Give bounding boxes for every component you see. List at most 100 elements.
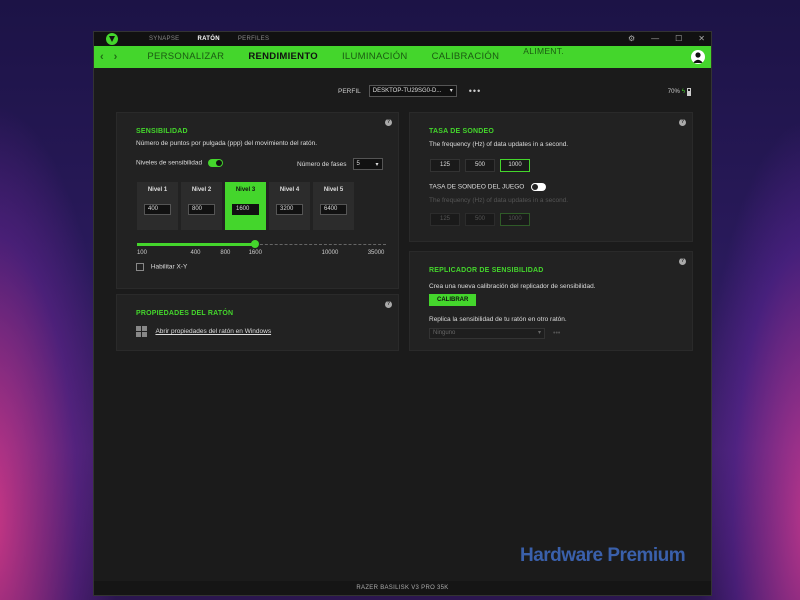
mouse-properties-panel: ? PROPIEDADES DEL RATÓN Abrir propiedade…: [116, 294, 399, 351]
profile-label: PERFIL: [338, 87, 361, 95]
sensitivity-levels: Nivel 1 400 Nivel 2 800 Nivel 3 1600 Niv…: [137, 182, 354, 230]
level-card-3[interactable]: Nivel 3 1600: [225, 182, 266, 230]
phases-select[interactable]: 5 ▾: [352, 158, 383, 170]
level-dpi-input[interactable]: 800: [188, 204, 215, 215]
level-label: Nivel 4: [279, 187, 300, 193]
xy-row: Habilitar X-Y: [136, 263, 187, 271]
device-status-bar: RAZER BASILISK V3 PRO 35K: [94, 581, 711, 595]
mouse-properties-title: PROPIEDADES DEL RATÓN: [136, 310, 234, 317]
tab-personalizar[interactable]: PERSONALIZAR: [135, 46, 236, 68]
tab-perfiles[interactable]: PERFILES: [229, 32, 278, 46]
sensitivity-panel: ? SENSIBILIDAD Número de puntos por pulg…: [116, 112, 399, 289]
replicator-title: REPLICADOR DE SENSIBILIDAD: [429, 267, 544, 274]
level-label: Nivel 2: [191, 187, 212, 193]
xy-checkbox[interactable]: [136, 263, 144, 271]
maximize-icon[interactable]: ☐: [675, 32, 682, 46]
profile-select[interactable]: DESKTOP-TU29SG0-D... ▾: [368, 85, 457, 97]
polling-option-1000[interactable]: 1000: [500, 159, 530, 172]
nav-tabs: PERSONALIZAR RENDIMIENTO ILUMINACIÓN CAL…: [135, 46, 576, 68]
xy-label: Habilitar X-Y: [150, 263, 188, 271]
game-polling-option-500: 500: [465, 213, 495, 226]
replicate-text: Replica la sensibilidad de tu ratón en o…: [429, 316, 567, 323]
replicate-more-button: •••: [553, 330, 561, 337]
level-card-4[interactable]: Nivel 4 3200: [269, 182, 310, 230]
sensitivity-title: SENSIBILIDAD: [136, 128, 188, 135]
game-polling-toggle[interactable]: [531, 183, 547, 191]
top-tabs: SYNAPSE RATÓN PERFILES: [140, 32, 278, 46]
help-icon[interactable]: ?: [679, 258, 686, 265]
game-polling-option-125: 125: [430, 213, 460, 226]
slider-tick: 1600: [248, 250, 262, 256]
battery-percent: 70%: [667, 89, 680, 95]
windows-logo-icon: [136, 326, 147, 337]
profile-row: PERFIL DESKTOP-TU29SG0-D... ▾ •••: [338, 85, 481, 97]
dpi-slider-handle[interactable]: [251, 240, 260, 248]
tab-calibracion[interactable]: CALIBRACIÓN: [420, 46, 512, 68]
watermark: Hardware Premium: [520, 545, 686, 566]
level-card-5[interactable]: Nivel 5 6400: [313, 182, 354, 230]
game-polling-title: TASA DE SONDEO DEL JUEGO: [429, 183, 525, 191]
forward-arrow-icon[interactable]: ›: [114, 51, 118, 63]
game-polling-options: 125 500 1000: [430, 213, 530, 226]
back-arrow-icon[interactable]: ‹: [100, 51, 104, 63]
tab-synapse[interactable]: SYNAPSE: [140, 32, 188, 46]
slider-tick: 800: [220, 250, 231, 256]
polling-option-500[interactable]: 500: [465, 159, 495, 172]
level-dpi-input[interactable]: 6400: [320, 204, 347, 215]
help-icon[interactable]: ?: [385, 119, 392, 126]
slider-tick: 35000: [367, 250, 385, 256]
dpi-slider[interactable]: [137, 240, 386, 248]
level-dpi-input[interactable]: 1600: [232, 204, 259, 215]
polling-option-125[interactable]: 125: [430, 159, 460, 172]
sensitivity-levels-toggle-row: Niveles de sensibilidad: [136, 159, 223, 167]
section-nav: ‹ › PERSONALIZAR RENDIMIENTO ILUMINACIÓN…: [94, 46, 711, 68]
replicate-target-value: Ninguno: [433, 330, 456, 336]
battery-icon: [687, 88, 691, 96]
dpi-slider-ticks: 100 400 800 1600 10000 35000: [137, 250, 386, 258]
slider-tick: 10000: [321, 250, 339, 256]
settings-icon[interactable]: ⚙: [628, 32, 635, 46]
tab-raton[interactable]: RATÓN: [188, 32, 228, 46]
level-card-1[interactable]: Nivel 1 400: [137, 182, 178, 230]
calibrate-button[interactable]: CALIBRAR: [429, 294, 477, 306]
history-arrows: ‹ ›: [100, 51, 117, 63]
tab-iluminacion[interactable]: ILUMINACIÓN: [330, 46, 420, 68]
window-controls: ⚙ — ☐ ✕: [628, 32, 705, 46]
sensitivity-description: Número de puntos por pulgada (ppp) del m…: [136, 140, 318, 147]
level-label: Nivel 5: [323, 187, 344, 193]
dpi-slider-fill: [137, 243, 256, 246]
profile-more-button[interactable]: •••: [469, 86, 481, 96]
game-polling-description: The frequency (Hz) of data updates in a …: [429, 197, 569, 204]
close-icon[interactable]: ✕: [698, 32, 705, 46]
help-icon[interactable]: ?: [385, 301, 392, 308]
slider-tick: 100: [136, 250, 147, 256]
tab-alimentacion[interactable]: ALIMENT.: [511, 40, 576, 68]
replicator-panel: ? REPLICADOR DE SENSIBILIDAD Crea una nu…: [409, 251, 693, 351]
synapse-window: SYNAPSE RATÓN PERFILES ⚙ — ☐ ✕ ‹ › PERSO…: [93, 31, 712, 596]
slider-tick: 400: [190, 250, 201, 256]
level-dpi-input[interactable]: 400: [144, 204, 171, 215]
replicate-target-select: Ninguno ▾: [429, 328, 545, 339]
level-label: Nivel 3: [235, 187, 256, 193]
game-polling-option-1000: 1000: [500, 213, 530, 226]
level-label: Nivel 1: [147, 187, 168, 193]
windows-properties-link[interactable]: Abrir propiedades del ratón en Windows: [155, 328, 271, 335]
sensitivity-levels-toggle[interactable]: [207, 159, 223, 167]
help-icon[interactable]: ?: [679, 119, 686, 126]
polling-rate-title: TASA DE SONDEO: [429, 128, 495, 135]
replicator-description: Crea una nueva calibración del replicado…: [429, 283, 596, 290]
tab-rendimiento[interactable]: RENDIMIENTO: [236, 46, 330, 68]
razer-logo-icon[interactable]: [106, 33, 118, 45]
phases-value: 5: [356, 161, 360, 167]
minimize-icon[interactable]: —: [651, 32, 659, 46]
polling-rate-panel: ? TASA DE SONDEO The frequency (Hz) of d…: [409, 112, 693, 242]
game-polling-row: TASA DE SONDEO DEL JUEGO: [429, 183, 547, 191]
battery-status: 70% ϟ: [668, 88, 691, 96]
polling-rate-description: The frequency (Hz) of data updates in a …: [429, 141, 569, 148]
level-card-2[interactable]: Nivel 2 800: [181, 182, 222, 230]
windows-properties-row: Abrir propiedades del ratón en Windows: [136, 326, 271, 337]
dpi-slider-track: [255, 244, 386, 245]
level-dpi-input[interactable]: 3200: [276, 204, 303, 215]
user-avatar-icon[interactable]: [691, 50, 705, 64]
phases-row: Número de fases 5 ▾: [297, 158, 383, 170]
